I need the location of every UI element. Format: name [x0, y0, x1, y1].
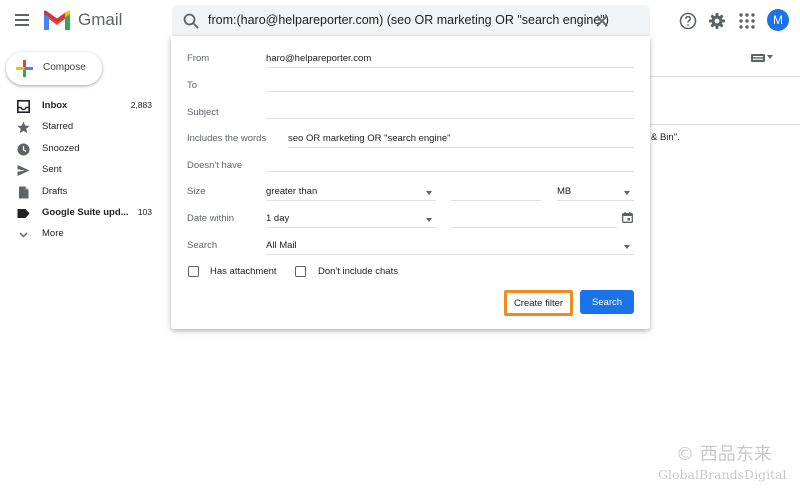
- includes-words-label: Includes the words: [187, 133, 267, 144]
- close-icon[interactable]: [592, 11, 612, 31]
- sidebar-nav: Inbox 2,883 Starred Snoozed Sent Drafts …: [0, 96, 165, 246]
- compose-label: Compose: [43, 62, 86, 73]
- size-label: Size: [187, 186, 206, 197]
- apps-grid-icon[interactable]: [737, 11, 757, 31]
- gear-icon[interactable]: [707, 11, 727, 31]
- dropdown-arrow-icon: [624, 191, 630, 195]
- sidebar-item-drafts[interactable]: Drafts: [0, 182, 165, 203]
- create-filter-button[interactable]: Create filter: [504, 290, 573, 316]
- dropdown-arrow-icon: [624, 245, 630, 249]
- includes-words-field[interactable]: seo OR marketing OR "search engine": [288, 132, 634, 148]
- watermark-text: © 西品东来: [676, 444, 772, 465]
- plus-icon: [16, 60, 33, 77]
- draft-icon: [19, 186, 29, 199]
- doesnt-have-field[interactable]: [266, 156, 634, 172]
- keyboard-icon[interactable]: [751, 54, 765, 62]
- sidebar-item-label: More: [42, 228, 64, 240]
- compose-button[interactable]: Compose: [6, 52, 102, 85]
- menu-icon: [15, 14, 29, 16]
- sidebar-item-label: Sent: [42, 164, 62, 176]
- menu-icon-bar: [15, 19, 29, 21]
- search-in-label: Search: [187, 240, 218, 251]
- from-field-value: haro@helpareporter.com: [266, 53, 372, 64]
- from-label: From: [187, 53, 210, 64]
- send-icon: [17, 165, 30, 177]
- size-unit-value: MB: [557, 186, 572, 197]
- has-attachment-label[interactable]: Has attachment: [210, 266, 277, 277]
- sidebar-item-label: Google Suite upd...: [42, 206, 129, 218]
- unread-count: 103: [137, 206, 152, 217]
- avatar[interactable]: M: [767, 9, 789, 31]
- help-icon[interactable]: [678, 11, 698, 31]
- doesnt-have-label: Doesn't have: [187, 160, 243, 171]
- inbox-icon: [17, 100, 30, 113]
- search-button[interactable]: Search: [580, 290, 634, 314]
- calendar-icon[interactable]: [622, 212, 633, 223]
- dont-include-chats-label[interactable]: Don't include chats: [318, 266, 398, 277]
- size-operator-select[interactable]: greater than: [266, 185, 436, 201]
- sidebar-item-google-suite[interactable]: Google Suite upd... 103: [0, 203, 165, 224]
- sidebar-item-more[interactable]: More: [0, 224, 165, 245]
- subject-field[interactable]: [266, 103, 634, 119]
- dropdown-arrow-icon: [426, 191, 432, 195]
- sidebar-item-label: Snoozed: [42, 142, 80, 154]
- size-unit-select[interactable]: MB: [557, 185, 634, 201]
- sidebar-item-label: Starred: [42, 121, 74, 133]
- search-in-select[interactable]: All Mail: [266, 239, 634, 255]
- watermark-brand: GlobalBrandsDigital: [658, 467, 787, 482]
- sidebar-item-label: Inbox: [42, 100, 68, 111]
- gmail-logo-icon[interactable]: [42, 8, 72, 32]
- to-label: To: [187, 80, 198, 91]
- list-divider: [650, 124, 800, 125]
- chevron-down-icon[interactable]: [767, 55, 773, 59]
- search-in-value: All Mail: [266, 240, 297, 251]
- unread-count: 2,883: [130, 100, 152, 110]
- search-query-text[interactable]: from:(haro@helpareporter.com) (seo OR ma…: [208, 13, 609, 27]
- label-icon: [17, 208, 30, 218]
- from-field[interactable]: haro@helpareporter.com: [266, 52, 634, 68]
- search-icon[interactable]: [182, 12, 200, 30]
- menu-icon-bar: [15, 24, 29, 26]
- date-within-value: 1 day: [266, 213, 290, 224]
- dont-include-chats-checkbox[interactable]: [295, 266, 306, 277]
- star-icon: [17, 121, 30, 134]
- to-field[interactable]: [266, 76, 634, 92]
- size-value-field[interactable]: [451, 185, 541, 201]
- advanced-search-panel: From haro@helpareporter.com To Subject I…: [171, 36, 650, 329]
- subject-label: Subject: [187, 107, 219, 118]
- chevron-down-icon: [19, 232, 28, 238]
- date-within-select[interactable]: 1 day: [266, 212, 436, 228]
- date-field[interactable]: [451, 212, 617, 228]
- date-within-label: Date within: [187, 213, 234, 224]
- has-attachment-checkbox[interactable]: [188, 266, 199, 277]
- main-menu-button[interactable]: [12, 10, 34, 32]
- sidebar-item-snoozed[interactable]: Snoozed: [0, 139, 165, 160]
- dropdown-arrow-icon: [426, 218, 432, 222]
- sidebar-item-sent[interactable]: Sent: [0, 160, 165, 181]
- clock-icon: [17, 143, 30, 156]
- app-name: Gmail: [78, 10, 123, 29]
- sidebar-item-label: Drafts: [42, 185, 68, 197]
- email-snippet: & Bin".: [651, 132, 680, 143]
- sidebar-item-starred[interactable]: Starred: [0, 117, 165, 138]
- search-bar[interactable]: from:(haro@helpareporter.com) (seo OR ma…: [172, 5, 650, 37]
- sidebar-item-inbox[interactable]: Inbox 2,883: [0, 96, 165, 117]
- size-operator-value: greater than: [266, 186, 318, 197]
- list-divider: [650, 76, 800, 77]
- includes-words-value: seo OR marketing OR "search engine": [288, 133, 451, 144]
